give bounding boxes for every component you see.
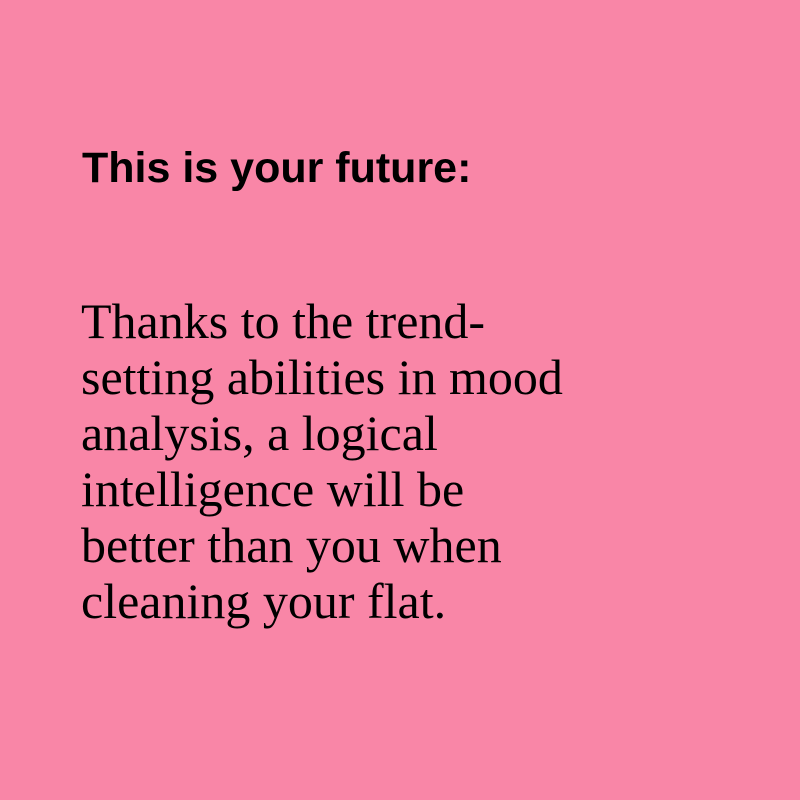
body-line: intelligence will be: [81, 461, 465, 517]
quote-card: This is your future: Thanks to the trend…: [0, 0, 800, 800]
body-line: setting abilities in mood: [81, 349, 563, 405]
body-line: analysis, a logical: [81, 405, 438, 461]
body-line: better than you when: [81, 517, 502, 573]
body-line: Thanks to the trend-: [81, 293, 486, 349]
card-heading: This is your future:: [82, 144, 472, 192]
card-body-text: Thanks to the trend- setting abilities i…: [81, 293, 681, 629]
body-line: cleaning your flat.: [81, 573, 447, 629]
